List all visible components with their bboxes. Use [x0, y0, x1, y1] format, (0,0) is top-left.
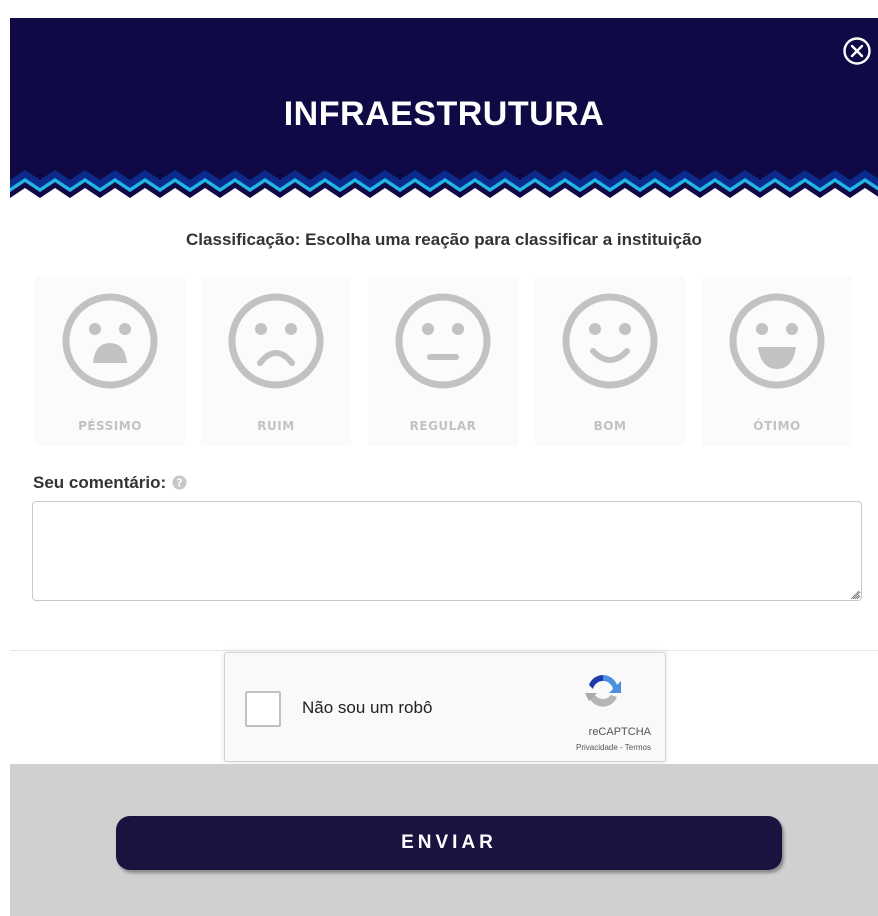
recaptcha-privacy-link[interactable]: Privacidade — [576, 743, 618, 752]
very-sad-face-icon — [62, 293, 158, 389]
resize-grip-icon[interactable] — [848, 588, 860, 600]
reaction-label: RUIM — [257, 419, 295, 433]
reaction-label: REGULAR — [409, 419, 477, 433]
header-background — [10, 18, 878, 168]
reaction-regular[interactable]: REGULAR — [368, 276, 518, 446]
reaction-ruim[interactable]: RUIM — [201, 276, 351, 446]
recaptcha-widget: Não sou um robô reCAPTCHA Privacidade - … — [224, 652, 666, 762]
recaptcha-checkbox[interactable] — [245, 691, 281, 727]
recaptcha-label: Não sou um robô — [302, 698, 433, 717]
reaction-otimo[interactable]: ÓTIMO — [702, 276, 852, 446]
comment-label: Seu comentário: ? — [33, 473, 187, 493]
rating-prompt: Classificação: Escolha uma reação para c… — [186, 230, 702, 249]
comment-textarea[interactable] — [32, 501, 862, 601]
sad-face-icon — [228, 293, 324, 389]
submit-button[interactable]: ENVIAR — [116, 816, 782, 870]
reaction-pessimo[interactable]: PÉSSIMO — [35, 276, 185, 446]
laughing-face-icon — [729, 293, 825, 389]
recaptcha-link-separator: - — [617, 743, 625, 752]
reaction-options: PÉSSIMO RUIM REGULAR BOM ÓTIMO — [35, 276, 875, 446]
recaptcha-terms-link[interactable]: Termos — [625, 743, 651, 752]
section-divider — [10, 650, 878, 651]
zigzag-border — [10, 148, 878, 218]
recaptcha-links: Privacidade - Termos — [576, 743, 651, 752]
reaction-label: ÓTIMO — [753, 419, 801, 433]
zigzag-mask — [10, 188, 878, 218]
recaptcha-brand: reCAPTCHA — [588, 726, 651, 738]
neutral-face-icon — [395, 293, 491, 389]
close-button[interactable] — [842, 36, 872, 66]
reaction-bom[interactable]: BOM — [535, 276, 685, 446]
reaction-label: BOM — [593, 419, 627, 433]
question-circle-icon[interactable]: ? — [172, 475, 187, 490]
svg-text:?: ? — [177, 477, 183, 489]
modal-title: INFRAESTRUTURA — [283, 95, 605, 133]
reaction-label: PÉSSIMO — [78, 419, 142, 433]
close-circle-icon — [843, 37, 871, 65]
comment-label-text: Seu comentário: — [33, 473, 167, 492]
modal-footer: ENVIAR — [10, 764, 878, 916]
page: INFRAESTRUTURA Classificação: Escolha um… — [0, 0, 878, 916]
modal-header: INFRAESTRUTURA — [10, 18, 878, 218]
smile-face-icon — [562, 293, 658, 389]
recaptcha-logo-icon — [585, 675, 621, 707]
rating-modal: INFRAESTRUTURA Classificação: Escolha um… — [10, 18, 878, 916]
